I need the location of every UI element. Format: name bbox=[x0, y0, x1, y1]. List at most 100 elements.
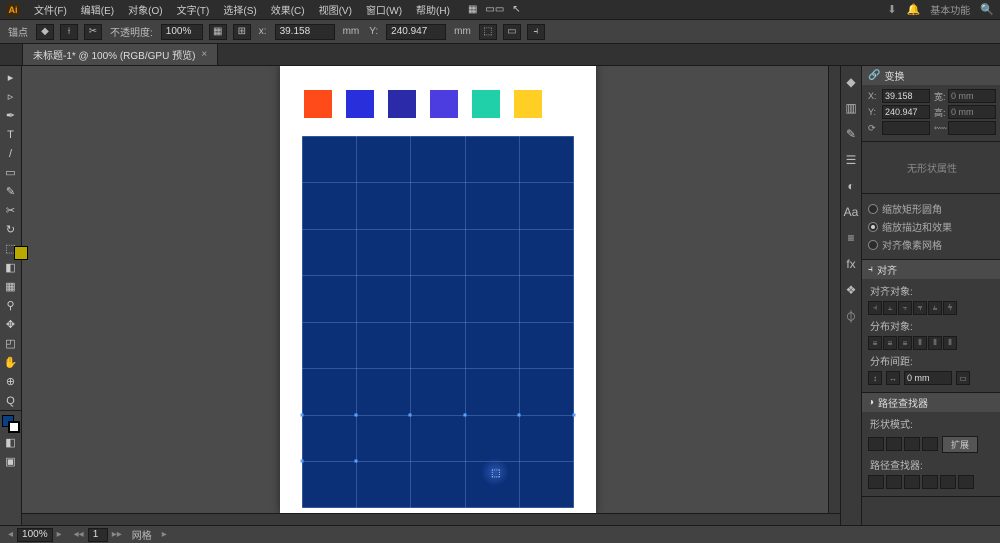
menu-view[interactable]: 视图(V) bbox=[313, 0, 358, 19]
rectangle-tool[interactable]: ▭ bbox=[1, 163, 21, 182]
status-menu-icon[interactable]: ▸ bbox=[160, 529, 169, 540]
arrange-icon[interactable]: ▭▭ bbox=[485, 4, 504, 15]
shape-builder-tool[interactable]: ◧ bbox=[1, 258, 21, 277]
ref-point-icon[interactable]: ⊞ bbox=[233, 24, 251, 40]
tf-w-field[interactable] bbox=[948, 89, 996, 103]
fill-stroke-swatch[interactable] bbox=[2, 415, 20, 433]
vertical-scrollbar[interactable] bbox=[828, 66, 840, 513]
paintbrush-tool[interactable]: ✎ bbox=[1, 182, 21, 201]
brushes-panel-icon[interactable]: ✎ bbox=[841, 124, 861, 144]
exclude-icon[interactable] bbox=[922, 437, 938, 451]
stroke-color-chip[interactable] bbox=[8, 421, 20, 433]
expand-button[interactable]: 扩展 bbox=[942, 436, 978, 453]
transform-panel-header[interactable]: 🔗 变换 bbox=[862, 66, 1000, 85]
align-top-icon[interactable]: ⫧ bbox=[913, 301, 927, 315]
workspace-switcher[interactable]: 基本功能 bbox=[930, 2, 970, 17]
dist-top-icon[interactable]: ≡ bbox=[868, 336, 882, 350]
gradient-panel-icon[interactable]: ◐ bbox=[841, 176, 861, 196]
tf-angle-field[interactable] bbox=[882, 121, 930, 135]
dist-spacing-h-icon[interactable]: ↔ bbox=[886, 371, 900, 385]
artboard-num-field[interactable]: 1 bbox=[88, 528, 108, 542]
dist-hcenter-icon[interactable]: ⦀ bbox=[928, 336, 942, 350]
selection-tool[interactable]: ▸ bbox=[1, 68, 21, 87]
artboard-tool[interactable]: ◰ bbox=[1, 334, 21, 353]
document-tab[interactable]: 未标题-1* @ 100% (RGB/GPU 预览) × bbox=[22, 43, 218, 65]
scissors-tool[interactable]: ✂ bbox=[1, 201, 21, 220]
graphic-styles-panel-icon[interactable]: ❖ bbox=[841, 280, 861, 300]
dist-bottom-icon[interactable]: ≡ bbox=[898, 336, 912, 350]
spacing-field[interactable] bbox=[904, 371, 952, 385]
scale-strokes-option[interactable]: 缩放描边和效果 bbox=[868, 219, 996, 234]
scale-corners-option[interactable]: 缩放矩形圆角 bbox=[868, 201, 996, 216]
swatches-panel-icon[interactable]: ▥ bbox=[841, 98, 861, 118]
handle-anchor-icon[interactable]: ⟊ bbox=[60, 24, 78, 40]
menu-effect[interactable]: 效果(C) bbox=[265, 0, 311, 19]
align-panel-header[interactable]: ⫞ 对齐 bbox=[862, 260, 1000, 279]
free-transform-tool[interactable]: ✥ bbox=[1, 315, 21, 334]
x-field[interactable] bbox=[275, 24, 335, 40]
align-to-pixel-option[interactable]: 对齐像素网格 bbox=[868, 237, 996, 252]
stroke-panel-icon[interactable]: ☰ bbox=[841, 150, 861, 170]
menu-object[interactable]: 对象(O) bbox=[122, 0, 168, 19]
convert-anchor-icon[interactable]: ◆ bbox=[36, 24, 54, 40]
artwork-grid[interactable]: ⬚ bbox=[302, 136, 574, 508]
horizontal-scrollbar[interactable] bbox=[22, 513, 840, 525]
align-bottom-icon[interactable]: ⫩ bbox=[943, 301, 957, 315]
zoom-field[interactable]: 100% bbox=[17, 528, 53, 542]
align-to-icon[interactable]: ▭ bbox=[956, 371, 970, 385]
tf-y-field[interactable] bbox=[882, 105, 930, 119]
outline-icon[interactable] bbox=[940, 475, 956, 489]
opacity-field[interactable] bbox=[161, 24, 203, 40]
isolate-mode-icon[interactable]: ⬚ bbox=[479, 24, 497, 40]
dist-right-icon[interactable]: ⦀ bbox=[943, 336, 957, 350]
line-tool[interactable]: / bbox=[1, 144, 21, 163]
menu-window[interactable]: 窗口(W) bbox=[360, 0, 408, 19]
cut-path-icon[interactable]: ✂ bbox=[84, 24, 102, 40]
select-similar-icon[interactable]: ▭ bbox=[503, 24, 521, 40]
tf-h-field[interactable] bbox=[948, 105, 996, 119]
character-panel-icon[interactable]: Aa bbox=[841, 202, 861, 222]
zoom-next-icon[interactable]: ▸ bbox=[55, 529, 64, 540]
zoom-tool[interactable]: ⊕ bbox=[1, 372, 21, 391]
unite-icon[interactable] bbox=[868, 437, 884, 451]
hand-tool[interactable]: ✋ bbox=[1, 353, 21, 372]
color-panel-icon[interactable]: ◆ bbox=[841, 72, 861, 92]
status-mode[interactable]: 网格 bbox=[132, 527, 152, 542]
trim-icon[interactable] bbox=[886, 475, 902, 489]
grid-tool[interactable]: ▦ bbox=[1, 277, 21, 296]
notification-icon[interactable]: 🔔 bbox=[907, 3, 921, 16]
tf-x-field[interactable] bbox=[882, 89, 930, 103]
menu-file[interactable]: 文件(F) bbox=[28, 0, 73, 19]
align-left-icon[interactable]: ⫞ bbox=[868, 301, 882, 315]
menu-select[interactable]: 选择(S) bbox=[217, 0, 262, 19]
artboard-next-icon[interactable]: ▸▸ bbox=[110, 529, 124, 540]
dist-left-icon[interactable]: ⦀ bbox=[913, 336, 927, 350]
cloud-sync-icon[interactable]: ⬇ bbox=[887, 3, 896, 16]
y-field[interactable] bbox=[386, 24, 446, 40]
q-tool[interactable]: Q bbox=[1, 391, 21, 410]
minus-back-icon[interactable] bbox=[958, 475, 974, 489]
align-panel-icon[interactable]: ⫞ bbox=[527, 24, 545, 40]
zoom-prev-icon[interactable]: ◂ bbox=[6, 529, 15, 540]
align-vcenter-icon[interactable]: ⫨ bbox=[928, 301, 942, 315]
dist-vcenter-icon[interactable]: ≡ bbox=[883, 336, 897, 350]
align-right-icon[interactable]: ⫟ bbox=[898, 301, 912, 315]
tf-shear-field[interactable] bbox=[948, 121, 996, 135]
eyedropper-tool[interactable]: ⚲ bbox=[1, 296, 21, 315]
dist-spacing-v-icon[interactable]: ↕ bbox=[868, 371, 882, 385]
menu-help[interactable]: 帮助(H) bbox=[410, 0, 456, 19]
crop-icon[interactable] bbox=[922, 475, 938, 489]
minus-front-icon[interactable] bbox=[886, 437, 902, 451]
screen-mode-icon[interactable]: ▣ bbox=[1, 452, 21, 471]
pen-tool[interactable]: ✒ bbox=[1, 106, 21, 125]
align-hcenter-icon[interactable]: ⫠ bbox=[883, 301, 897, 315]
tab-close-icon[interactable]: × bbox=[201, 49, 207, 60]
intersect-icon[interactable] bbox=[904, 437, 920, 451]
color-mode-icon[interactable]: ◧ bbox=[1, 433, 21, 452]
type-tool[interactable]: T bbox=[1, 125, 21, 144]
menu-bridge-icon[interactable]: ▦ bbox=[468, 4, 477, 15]
paragraph-panel-icon[interactable]: ≡ bbox=[841, 228, 861, 248]
rotate-tool[interactable]: ↻ bbox=[1, 220, 21, 239]
canvas[interactable]: ⬚ bbox=[22, 66, 840, 525]
layers-panel-icon[interactable]: ⏀ bbox=[841, 306, 861, 326]
